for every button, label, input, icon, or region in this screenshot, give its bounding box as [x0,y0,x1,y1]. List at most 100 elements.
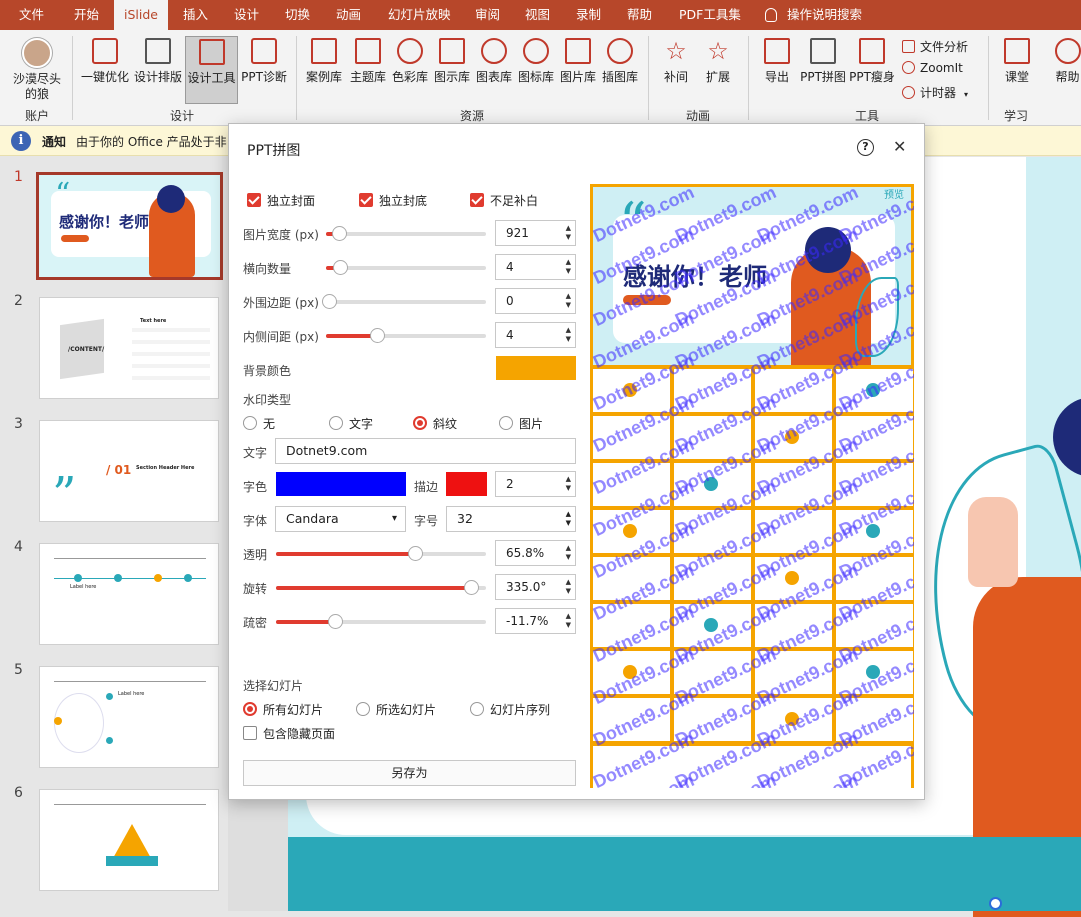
tab-record[interactable]: 录制 [576,0,601,30]
slider-knob[interactable] [333,260,349,275]
tab-insert[interactable]: 插入 [183,0,208,30]
illustration-library-button[interactable]: 插图库 [599,36,641,104]
tab-islide[interactable]: iSlide [114,0,168,30]
spinner-arrows-icon[interactable]: ▲ ▼ [566,475,571,493]
opacity-slider[interactable] [276,546,486,561]
columns-slider[interactable] [326,260,486,275]
watermark-text-radio[interactable]: 文字 [329,415,373,432]
account-button[interactable]: 沙漠尽头 的狼 [8,36,66,104]
tab-animations[interactable]: 动画 [336,0,361,30]
slide-thumbnail-2[interactable]: /CONTENT/ Text here [39,297,219,399]
theme-library-button[interactable]: 主题库 [347,36,389,104]
slider-knob[interactable] [370,328,386,343]
outer-margin-input[interactable]: 0 ▲ ▼ [495,288,576,314]
help-icon[interactable]: ? [857,139,874,156]
font-color-swatch[interactable] [276,472,406,496]
classroom-button[interactable]: 课堂 [998,36,1036,104]
slide-thumbnail-1[interactable]: 感谢你！老师 “ [36,172,223,280]
spinner-arrows-icon[interactable]: ▲ ▼ [566,510,571,528]
spinner-arrows-icon[interactable]: ▲ ▼ [566,258,571,276]
chart-library-button[interactable]: 图表库 [473,36,515,104]
tab-slideshow[interactable]: 幻灯片放映 [388,0,451,30]
slide-thumbnail-5[interactable]: Label here [39,666,219,768]
stroke-width-input[interactable]: 2 ▲ ▼ [495,471,576,497]
stroke-color-swatch[interactable] [446,472,487,496]
slider-knob[interactable] [327,614,343,629]
radio-icon [470,702,484,716]
ppt-diagnose-button[interactable]: PPT诊断 [240,36,288,104]
all-slides-radio[interactable]: 所有幻灯片 [243,701,323,718]
tab-file[interactable]: 文件 [19,0,44,30]
density-input[interactable]: -11.7% ▲ ▼ [495,608,576,634]
color-library-button[interactable]: 色彩库 [389,36,431,104]
case-library-button[interactable]: 案例库 [303,36,345,104]
independent-back-checkbox[interactable]: 独立封底 [359,192,427,209]
density-slider[interactable] [276,614,486,629]
inner-spacing-input[interactable]: 4 ▲ ▼ [495,322,576,348]
fill-blank-checkbox[interactable]: 不足补白 [470,192,538,209]
spinner-arrows-icon[interactable]: ▲ ▼ [566,292,571,310]
watermark-diagonal-radio[interactable]: 斜纹 [413,415,457,432]
slide-thumbnail-3[interactable]: / 01 Section Header Here ” [39,420,219,522]
rotate-slider[interactable] [276,580,486,595]
tab-transitions[interactable]: 切换 [285,0,310,30]
watermark-image-radio[interactable]: 图片 [499,415,543,432]
design-layout-button[interactable]: 设计排版 [133,36,183,104]
preview-slide-cell [593,463,670,506]
tab-view[interactable]: 视图 [525,0,550,30]
slider-knob[interactable] [322,294,338,309]
diagram-library-button[interactable]: 图示库 [431,36,473,104]
ppt-slim-button[interactable]: PPT瘦身 [849,36,895,104]
background-color-swatch[interactable] [496,356,576,380]
icon-library-button[interactable]: 图标库 [515,36,557,104]
one-click-optimize-button[interactable]: 一键优化 [79,36,131,104]
brush-icon [607,38,633,64]
inner-spacing-slider[interactable] [326,328,486,343]
spinner-arrows-icon[interactable]: ▲ ▼ [566,578,571,596]
export-button[interactable]: 导出 [758,36,796,104]
slider-knob[interactable] [407,546,423,561]
zoomit-button[interactable]: ZoomIt [902,61,963,75]
selected-slides-radio[interactable]: 所选幻灯片 [356,701,436,718]
preview-slide-cell [836,510,913,553]
tab-review[interactable]: 审阅 [475,0,500,30]
design-tools-button[interactable]: 设计工具 [185,36,238,104]
help-button[interactable]: 帮助 [1054,36,1081,104]
extend-button[interactable]: ☆ 扩展 [700,36,736,104]
rotate-handle-icon[interactable] [989,897,1002,910]
file-analysis-button[interactable]: 文件分析 [902,38,968,55]
spinner-arrows-icon[interactable]: ▲ ▼ [566,612,571,630]
timer-button[interactable]: 计时器 ▾ [902,84,968,101]
slider-knob[interactable] [464,580,480,595]
spinner-arrows-icon[interactable]: ▲ ▼ [566,326,571,344]
image-library-button[interactable]: 图片库 [557,36,599,104]
tab-help[interactable]: 帮助 [627,0,652,30]
tween-button[interactable]: ☆ 补间 [658,36,694,104]
include-hidden-checkbox[interactable]: 包含隐藏页面 [243,725,335,742]
image-width-slider[interactable] [326,226,486,241]
spinner-arrows-icon[interactable]: ▲ ▼ [566,544,571,562]
save-as-button[interactable]: 另存为 [243,760,576,786]
outer-margin-slider[interactable] [322,294,486,309]
tab-home[interactable]: 开始 [74,0,99,30]
close-icon[interactable]: ✕ [893,137,906,156]
watermark-text-input[interactable]: Dotnet9.com [275,438,576,464]
tell-me-search[interactable]: 操作说明搜索 [765,0,862,30]
watermark-none-radio[interactable]: 无 [243,415,275,432]
tab-design[interactable]: 设计 [234,0,259,30]
independent-cover-checkbox[interactable]: 独立封面 [247,192,315,209]
ppt-puzzle-button[interactable]: PPT拼图 [798,36,848,104]
slide-thumbnail-4[interactable]: Label here [39,543,219,645]
slider-fill [276,620,335,624]
columns-input[interactable]: 4 ▲ ▼ [495,254,576,280]
image-width-input[interactable]: 921 ▲ ▼ [495,220,576,246]
slider-knob[interactable] [331,226,347,241]
slide-thumbnail-6[interactable] [39,789,219,891]
font-size-input[interactable]: 32 ▲ ▼ [446,506,576,532]
opacity-input[interactable]: 65.8% ▲ ▼ [495,540,576,566]
slide-sequence-radio[interactable]: 幻灯片序列 [470,701,550,718]
rotate-input[interactable]: 335.0° ▲ ▼ [495,574,576,600]
spinner-arrows-icon[interactable]: ▲ ▼ [566,224,571,242]
font-select[interactable]: Candara ▾ [275,506,406,532]
tab-pdf-tools[interactable]: PDF工具集 [679,0,741,30]
